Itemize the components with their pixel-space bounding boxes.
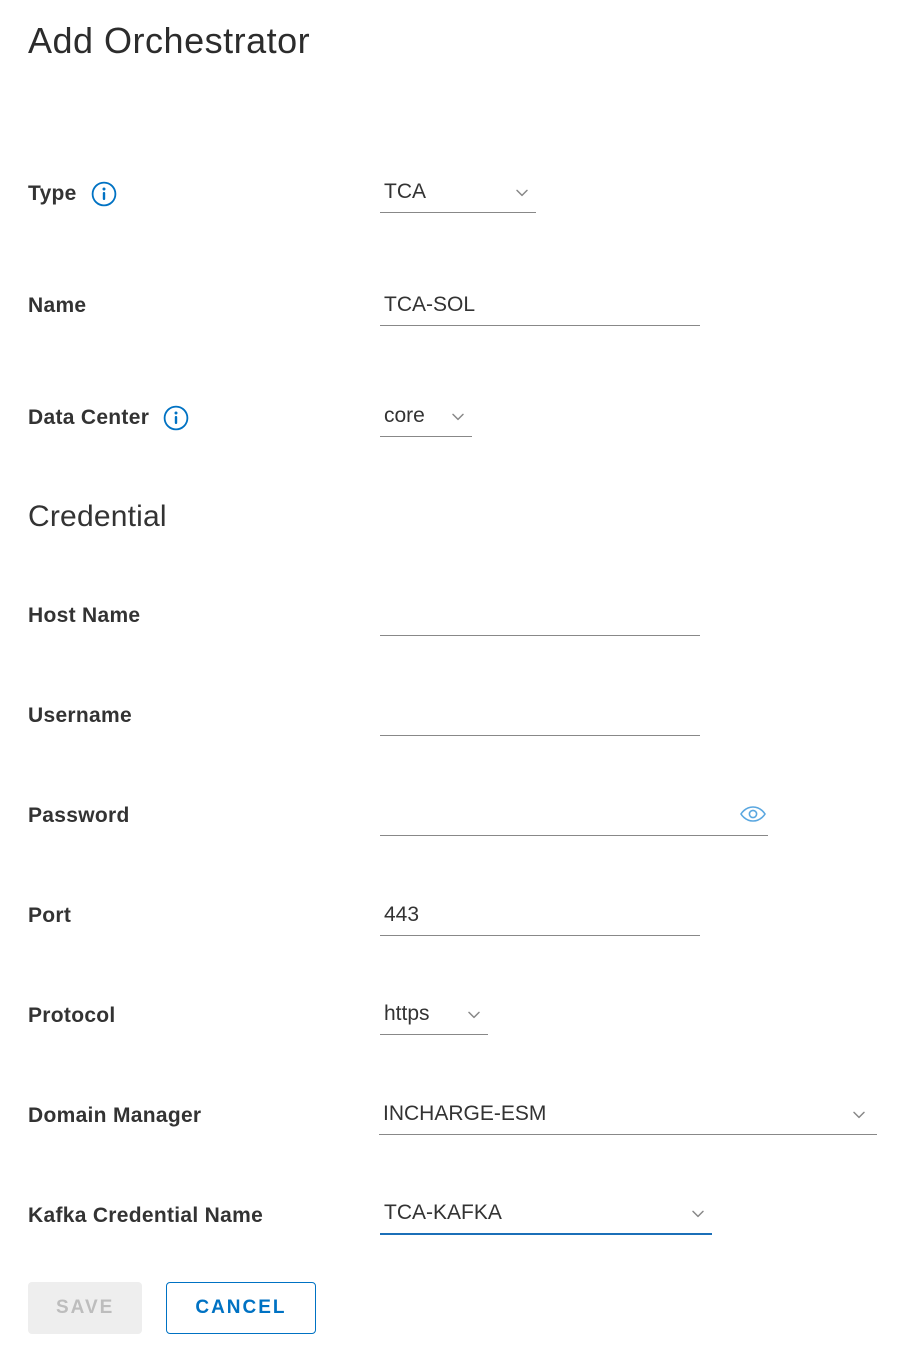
port-label: Port (28, 904, 71, 928)
credential-heading: Credential (28, 500, 877, 534)
hostname-input[interactable] (380, 597, 700, 636)
page-title: Add Orchestrator (28, 20, 877, 62)
row-type: Type TCA (28, 172, 877, 216)
row-port: Port (28, 894, 877, 938)
password-input[interactable] (380, 797, 738, 835)
type-select[interactable]: TCA (380, 176, 536, 213)
kafka-value: TCA-KAFKA (384, 1201, 502, 1225)
info-icon[interactable] (91, 181, 117, 207)
protocol-label: Protocol (28, 1004, 116, 1028)
row-name: Name (28, 284, 877, 328)
protocol-value: https (384, 1002, 430, 1026)
row-username: Username (28, 694, 877, 738)
name-input[interactable] (380, 287, 700, 326)
save-button[interactable]: SAVE (28, 1282, 142, 1334)
button-row: SAVE CANCEL (28, 1282, 877, 1334)
domain-manager-value: INCHARGE-ESM (383, 1102, 546, 1126)
port-input[interactable] (380, 897, 700, 936)
datacenter-value: core (384, 404, 425, 428)
eye-icon[interactable] (738, 802, 768, 826)
row-domain-manager: Domain Manager INCHARGE-ESM (28, 1094, 877, 1138)
domain-manager-label: Domain Manager (28, 1104, 201, 1128)
kafka-label: Kafka Credential Name (28, 1204, 263, 1228)
password-label: Password (28, 804, 130, 828)
chevron-down-icon (466, 1006, 482, 1022)
row-kafka: Kafka Credential Name TCA-KAFKA (28, 1194, 877, 1238)
username-input[interactable] (380, 697, 700, 736)
hostname-label: Host Name (28, 604, 140, 628)
type-label: Type (28, 182, 77, 206)
row-datacenter: Data Center core (28, 396, 877, 440)
chevron-down-icon (690, 1205, 706, 1221)
row-hostname: Host Name (28, 594, 877, 638)
name-label: Name (28, 294, 86, 318)
domain-manager-select[interactable]: INCHARGE-ESM (379, 1098, 877, 1135)
info-icon[interactable] (163, 405, 189, 431)
chevron-down-icon (851, 1106, 867, 1122)
chevron-down-icon (514, 184, 530, 200)
username-label: Username (28, 704, 132, 728)
kafka-select[interactable]: TCA-KAFKA (380, 1197, 712, 1235)
chevron-down-icon (450, 408, 466, 424)
row-protocol: Protocol https (28, 994, 877, 1038)
protocol-select[interactable]: https (380, 998, 488, 1035)
datacenter-label: Data Center (28, 406, 149, 430)
datacenter-select[interactable]: core (380, 400, 472, 437)
cancel-button[interactable]: CANCEL (166, 1282, 315, 1334)
row-password: Password (28, 794, 877, 838)
type-value: TCA (384, 180, 426, 204)
